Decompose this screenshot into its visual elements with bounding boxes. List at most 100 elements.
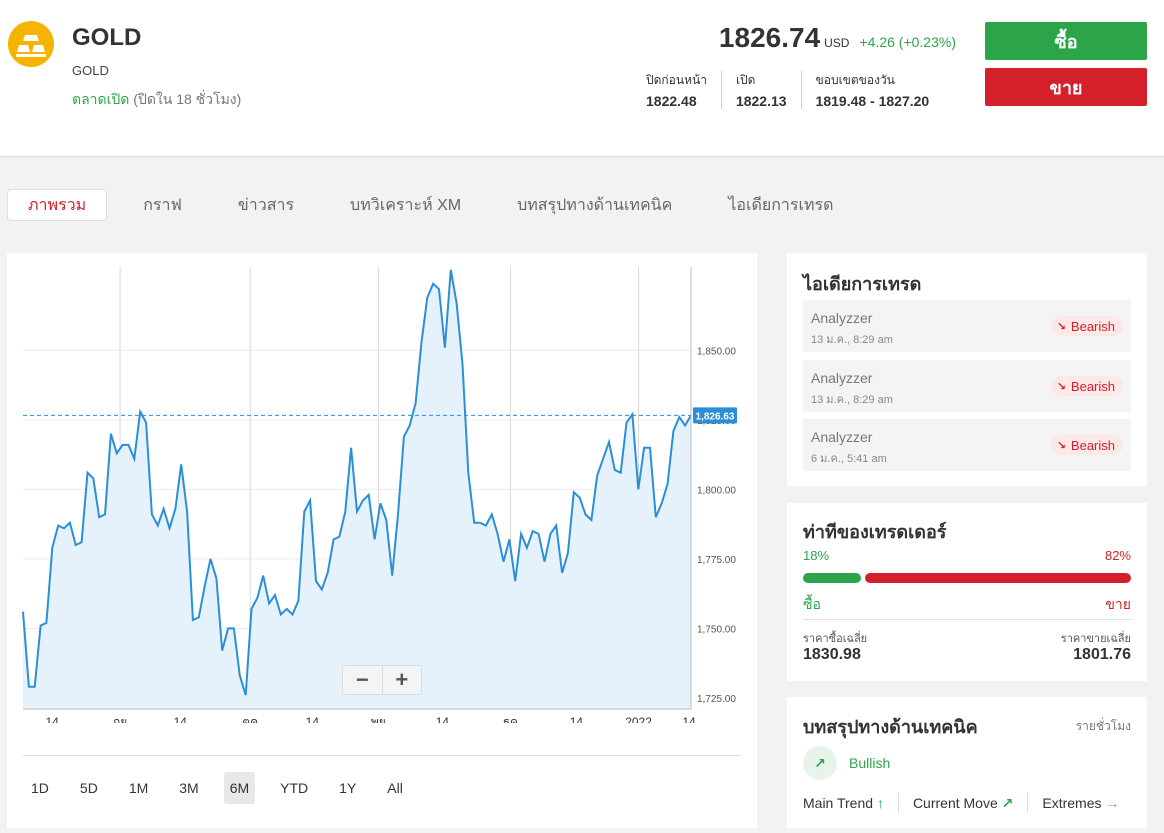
idea-author: Analyzzer [811, 429, 873, 445]
trade-idea-item[interactable]: Analyzzer 13 ม.ค., 8:29 am ↘ Bearish [803, 360, 1131, 412]
zoom-controls: − + [342, 665, 422, 695]
y-tick-label: 1,750.00 [697, 624, 736, 635]
tab-overview[interactable]: ภาพรวม [7, 189, 108, 221]
arrow-up-icon: ↑ [876, 795, 884, 811]
x-tick-label: ตค [242, 715, 258, 723]
arrow-down-right-icon: ↘ [1056, 320, 1066, 333]
stat-label: ขอบเขตของวัน [815, 73, 895, 87]
idea-time: 13 ม.ค., 8:29 am [811, 394, 893, 406]
main-trend-link[interactable]: Main Trend ↑ [803, 795, 898, 811]
buy-button[interactable]: ซื้อ [985, 22, 1147, 60]
x-tick-label: 14 [436, 715, 450, 723]
idea-time: 13 ม.ค., 8:29 am [811, 334, 893, 346]
arrow-up-right-icon: ↗ [803, 746, 837, 780]
price-change: +4.26 (+0.23%) [859, 34, 956, 50]
timeframe-label[interactable]: รายชั่วโมง [1076, 717, 1131, 736]
divider [897, 793, 899, 813]
sell-label: ขาย [1105, 596, 1131, 612]
trader-sentiment-panel: ท่าทีของเทรดเดอร์ 18% 82% ซื้อ ขาย ราคาซ… [787, 503, 1147, 681]
range-1y[interactable]: 1Y [333, 772, 362, 804]
tab-xm-analysis[interactable]: บทวิเคราะห์ XM [330, 189, 481, 221]
current-move-link[interactable]: Current Move ↗ [913, 795, 1027, 812]
range-1d[interactable]: 1D [25, 772, 55, 804]
time-range-selector: 1D 5D 1M 3M 6M YTD 1Y All [25, 772, 428, 804]
current-price: 1826.74 [718, 22, 821, 53]
tab-technical-summary[interactable]: บทสรุปทางด้านเทคนิค [497, 189, 692, 221]
price-currency: USD [824, 36, 850, 50]
trade-idea-item[interactable]: Analyzzer 6 ม.ค., 5:41 am ↘ Bearish [803, 419, 1131, 471]
sell-button[interactable]: ขาย [985, 68, 1147, 106]
market-open-text: ตลาดเปิด [72, 91, 130, 107]
y-tick-label: 1,850.00 [697, 346, 736, 357]
stat-value: 1822.48 [646, 93, 697, 109]
price-chart-card: 1,850.001,825.001,800.001,775.001,750.00… [7, 253, 757, 828]
trade-ideas-panel: ไอเดียการเทรด Analyzzer 13 ม.ค., 8:29 am… [787, 253, 1147, 486]
arrow-right-icon: → [1105, 795, 1120, 811]
stat-prev-close: ปิดก่อนหน้า 1822.48 [632, 71, 721, 109]
x-tick-label: 14 [306, 715, 320, 723]
x-tick-label: พย [371, 715, 386, 723]
gold-bars-icon [8, 21, 54, 67]
link-label: Current Move [912, 794, 998, 811]
stat-day-range: ขอบเขตของวัน 1819.48 - 1827.20 [800, 71, 944, 109]
divider [1027, 793, 1029, 813]
range-3m[interactable]: 3M [173, 772, 204, 804]
buy-label: ซื้อ [803, 596, 821, 612]
link-label: Extremes [1042, 795, 1102, 811]
x-tick-label: 14 [570, 715, 584, 723]
tab-news[interactable]: ข่าวสาร [218, 189, 314, 221]
stat-value: 1819.48 - 1827.20 [815, 93, 930, 109]
technical-signal: Bullish [849, 755, 891, 771]
tab-chart[interactable]: กราฟ [123, 189, 202, 221]
price-block: 1826.74 USD +4.26 (+0.23%) [719, 22, 956, 54]
range-6m[interactable]: 6M [223, 772, 256, 804]
technical-links: Main Trend ↑ Current Move ↗ Extremes → [803, 793, 1133, 813]
buy-percent: 18% [803, 548, 830, 563]
x-tick-label: 2022 [625, 715, 652, 723]
panel-title: ไอเดียการเทรด [803, 274, 922, 294]
idea-author: Analyzzer [811, 310, 873, 326]
tab-trade-ideas[interactable]: ไอเดียการเทรด [708, 189, 853, 221]
divider [23, 755, 741, 756]
market-close-countdown: (ปิดใน 18 ชั่วโมง) [133, 91, 242, 107]
badge-label: Bearish [1070, 378, 1115, 394]
avg-buy-label: ราคาซื้อเฉลี่ย [803, 633, 868, 645]
range-all[interactable]: All [381, 772, 409, 804]
instrument-symbol: GOLD [72, 24, 142, 51]
range-ytd[interactable]: YTD [274, 772, 314, 804]
link-label: Main Trend [803, 795, 874, 811]
y-tick-label: 1,775.00 [697, 555, 736, 566]
x-tick-label: กย [113, 715, 127, 723]
technical-summary-panel: บทสรุปทางด้านเทคนิค รายชั่วโมง ↗ Bullish… [787, 697, 1147, 828]
stat-label: ปิดก่อนหน้า [646, 73, 707, 87]
arrow-up-right-icon: ↗ [1001, 794, 1014, 811]
stat-label: เปิด [735, 73, 756, 87]
range-1m[interactable]: 1M [123, 772, 154, 804]
avg-buy-price: 1830.98 [803, 646, 861, 663]
panel-title: บทสรุปทางด้านเทคนิค [803, 717, 978, 737]
market-status: ตลาดเปิด (ปิดใน 18 ชั่วโมง) [72, 89, 241, 111]
section-tabs: ภาพรวม กราฟ ข่าวสาร บทวิเคราะห์ XM บทสรุ… [7, 189, 869, 221]
zoom-out-button[interactable]: − [343, 666, 383, 694]
sell-percent: 82% [1104, 548, 1131, 563]
zoom-in-button[interactable]: + [383, 666, 422, 694]
trade-idea-item[interactable]: Analyzzer 13 ม.ค., 8:29 am ↘ Bearish [803, 300, 1131, 352]
x-tick-label: 14 [45, 715, 59, 723]
arrow-down-right-icon: ↘ [1056, 380, 1066, 393]
current-price-label: 1,826.63 [696, 411, 735, 422]
stat-value: 1822.13 [735, 93, 787, 109]
price-chart[interactable]: 1,850.001,825.001,800.001,775.001,750.00… [7, 253, 757, 723]
buy-sentiment-bar [803, 573, 861, 583]
x-tick-label: ธค [503, 715, 518, 723]
extremes-link[interactable]: Extremes → [1042, 795, 1133, 811]
arrow-down-right-icon: ↘ [1056, 439, 1066, 452]
bearish-badge: ↘ Bearish [1050, 316, 1123, 336]
bearish-badge: ↘ Bearish [1050, 435, 1123, 455]
y-tick-label: 1,800.00 [697, 485, 736, 496]
y-tick-label: 1,725.00 [697, 694, 736, 705]
badge-label: Bearish [1070, 318, 1115, 334]
divider [803, 619, 1131, 620]
range-5d[interactable]: 5D [74, 772, 104, 804]
sell-sentiment-bar [865, 573, 1131, 583]
x-tick-label: 14 [174, 715, 188, 723]
